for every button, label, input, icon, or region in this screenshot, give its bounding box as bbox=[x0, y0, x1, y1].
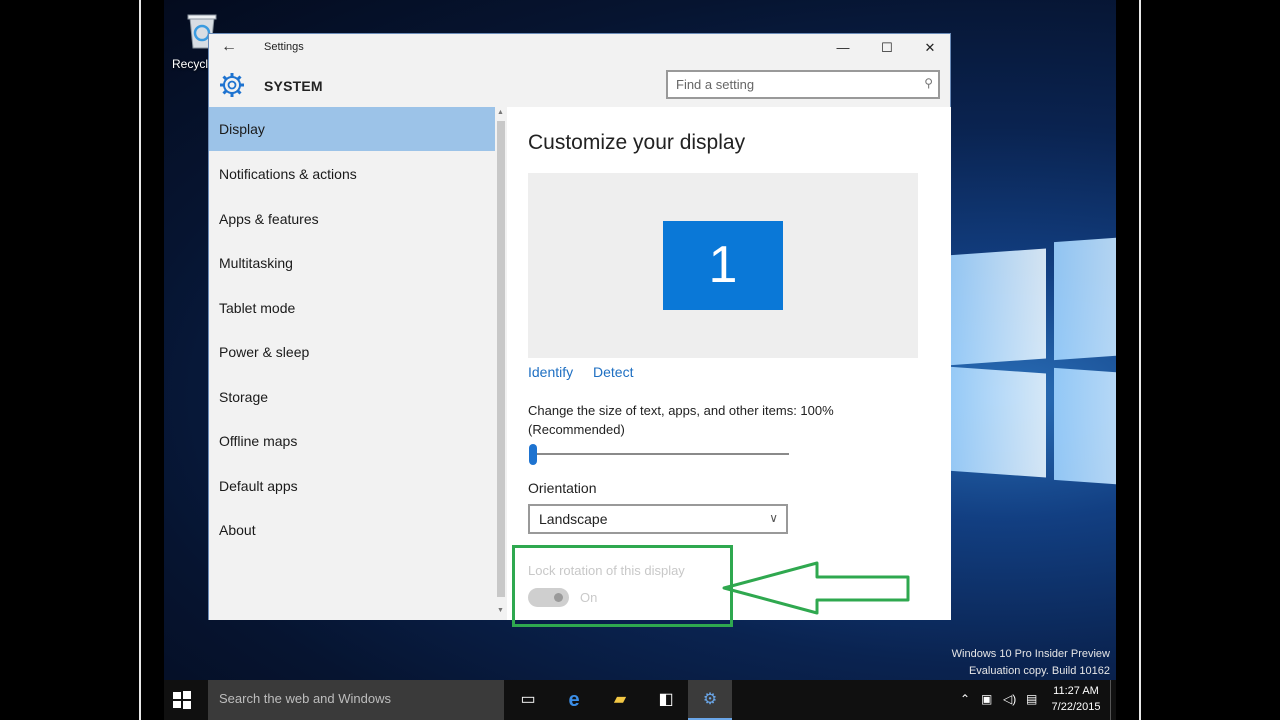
sidebar-item-default-apps[interactable]: Default apps bbox=[209, 464, 495, 508]
action-center-icon[interactable]: ▤ bbox=[1026, 692, 1037, 706]
chevron-down-icon: ∨ bbox=[769, 511, 778, 525]
window-title: Settings bbox=[264, 41, 304, 53]
taskbar-search-text: Search the web and Windows bbox=[219, 691, 391, 706]
taskbar-search-box[interactable]: Search the web and Windows bbox=[208, 680, 504, 720]
sidebar-item-multitasking[interactable]: Multitasking bbox=[209, 241, 495, 285]
orientation-value: Landscape bbox=[539, 511, 608, 527]
show-desktop-button[interactable] bbox=[1110, 680, 1114, 720]
search-input[interactable] bbox=[668, 72, 908, 97]
scale-label: Change the size of text, apps, and other… bbox=[528, 403, 834, 437]
left-frame-line bbox=[139, 0, 141, 720]
monitor-tile[interactable]: 1 bbox=[663, 221, 783, 310]
volume-icon[interactable]: ◁) bbox=[1003, 692, 1016, 706]
settings-icon[interactable]: ⚙ bbox=[688, 680, 732, 720]
close-button[interactable]: ✕ bbox=[908, 34, 952, 62]
sidebar-item-apps[interactable]: Apps & features bbox=[209, 197, 495, 241]
section-title: SYSTEM bbox=[264, 78, 323, 94]
watermark-line1: Windows 10 Pro Insider Preview bbox=[951, 648, 1110, 660]
orientation-dropdown[interactable]: Landscape ∨ bbox=[528, 504, 788, 534]
display-preview: 1 bbox=[528, 173, 918, 358]
back-arrow-icon[interactable]: ← bbox=[221, 38, 237, 56]
edge-icon[interactable]: e bbox=[552, 680, 596, 720]
sidebar-item-storage[interactable]: Storage bbox=[209, 375, 495, 419]
clock-date: 7/22/2015 bbox=[1051, 701, 1101, 713]
sidebar-item-offline-maps[interactable]: Offline maps bbox=[209, 419, 495, 463]
settings-header: SYSTEM ⚲ bbox=[209, 68, 950, 108]
sidebar-item-tablet-mode[interactable]: Tablet mode bbox=[209, 286, 495, 330]
watermark-line2: Evaluation copy. Build 10162 bbox=[968, 665, 1110, 677]
sidebar-item-notifications[interactable]: Notifications & actions bbox=[209, 152, 495, 196]
taskbar-clock[interactable]: 11:27 AM 7/22/2015 bbox=[1046, 683, 1106, 715]
right-frame-line bbox=[1139, 0, 1141, 720]
detect-link[interactable]: Detect bbox=[593, 364, 633, 380]
maximize-button[interactable]: ☐ bbox=[865, 34, 909, 62]
search-icon[interactable]: ⚲ bbox=[924, 76, 933, 90]
sidebar-item-display[interactable]: Display bbox=[209, 107, 495, 151]
chevron-up-icon[interactable]: ⌃ bbox=[960, 692, 970, 706]
title-bar[interactable]: ← Settings — ☐ ✕ bbox=[209, 34, 950, 62]
network-icon[interactable]: ▣ bbox=[981, 692, 992, 706]
sidebar-nav: Display Notifications & actions Apps & f… bbox=[209, 107, 507, 620]
find-setting-box[interactable]: ⚲ bbox=[666, 70, 940, 99]
scrollbar-thumb[interactable] bbox=[497, 121, 505, 597]
scale-slider-track[interactable] bbox=[529, 453, 789, 455]
minimize-button[interactable]: — bbox=[821, 34, 865, 62]
scroll-down-icon[interactable]: ▼ bbox=[497, 607, 504, 614]
sidebar-scrollbar[interactable]: ▲ ▼ bbox=[495, 107, 507, 620]
windows-start-icon[interactable] bbox=[172, 690, 192, 710]
identify-link[interactable]: Identify bbox=[528, 364, 573, 380]
windows-logo-wallpaper bbox=[946, 230, 1116, 490]
scale-slider-thumb[interactable] bbox=[529, 444, 537, 465]
taskbar: Search the web and Windows ▭ e ▰ ◧ ⚙ ⌃ ▣… bbox=[164, 680, 1116, 720]
orientation-label: Orientation bbox=[528, 480, 597, 496]
file-explorer-icon[interactable]: ▰ bbox=[598, 680, 642, 720]
annotation-highlight-box bbox=[512, 545, 733, 627]
settings-window: ← Settings — ☐ ✕ SYSTEM ⚲ bbox=[208, 33, 951, 620]
display-settings-panel: Customize your display 1 Identify Detect… bbox=[507, 107, 951, 620]
page-title: Customize your display bbox=[528, 131, 746, 154]
annotation-arrow bbox=[722, 561, 910, 615]
clock-time: 11:27 AM bbox=[1053, 685, 1099, 697]
task-view-icon[interactable]: ▭ bbox=[506, 680, 550, 720]
sidebar-item-power-sleep[interactable]: Power & sleep bbox=[209, 330, 495, 374]
sidebar-item-about[interactable]: About bbox=[209, 508, 495, 552]
store-icon[interactable]: ◧ bbox=[644, 680, 688, 720]
gear-icon bbox=[220, 73, 244, 97]
scroll-up-icon[interactable]: ▲ bbox=[497, 109, 504, 116]
